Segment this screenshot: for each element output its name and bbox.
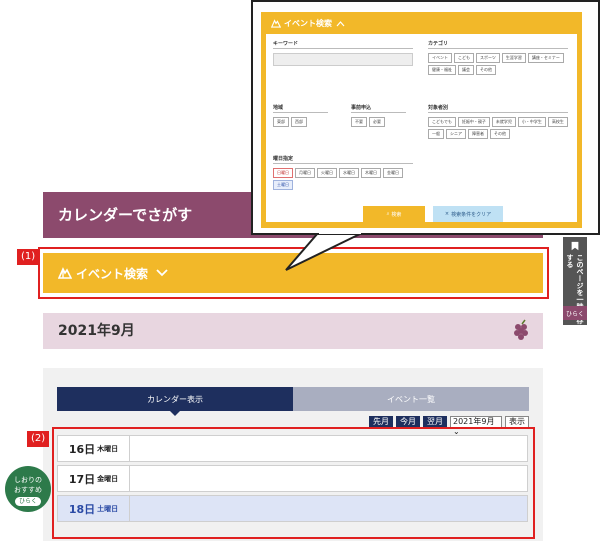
weekday-chip[interactable]: 火曜日 bbox=[317, 168, 337, 178]
search-panel: イベント検索 キーワード カテゴリ イベント こども スポーツ 生涯学習 講座・… bbox=[261, 12, 582, 228]
grape-icon bbox=[514, 319, 528, 340]
area-chips: 東部 西部 bbox=[273, 117, 333, 127]
target-label: 対象者別 bbox=[428, 105, 449, 111]
category-chip[interactable]: その他 bbox=[476, 65, 496, 75]
application-label: 事前申込 bbox=[351, 105, 372, 111]
day-number: 18日 bbox=[68, 502, 96, 516]
category-label: カテゴリ bbox=[428, 41, 449, 47]
divider bbox=[273, 112, 328, 113]
search-panel-title: イベント検索 bbox=[284, 19, 332, 28]
category-chip[interactable]: こども bbox=[454, 53, 474, 63]
divider bbox=[428, 48, 568, 49]
day-weekday: 金曜日 bbox=[97, 474, 119, 483]
day-number: 16日 bbox=[68, 442, 96, 456]
search-button-label: 検索 bbox=[391, 211, 402, 218]
category-chip[interactable]: 健康・福祉 bbox=[428, 65, 456, 75]
bookmark-text-1: しおりの bbox=[14, 476, 42, 484]
bookmark-text-2: おすすめ bbox=[14, 486, 42, 494]
tab-calendar[interactable]: カレンダー表示 bbox=[57, 387, 293, 416]
area-chip[interactable]: 東部 bbox=[273, 117, 289, 127]
category-chip[interactable]: 生涯学習 bbox=[501, 53, 526, 63]
day-cell: 16日 木曜日 bbox=[58, 436, 130, 461]
category-chip[interactable]: 議会 bbox=[458, 65, 474, 75]
flag-icon bbox=[271, 19, 281, 28]
clear-button-label: 検索条件をクリア bbox=[451, 211, 492, 218]
keyword-input[interactable] bbox=[273, 53, 413, 66]
month-label: 2021年9月 bbox=[58, 323, 135, 339]
search-actions: ⌕ 検索 × 検索条件をクリア bbox=[266, 192, 577, 222]
clear-conditions-button[interactable]: × 検索条件をクリア bbox=[433, 206, 503, 222]
day-weekday: 木曜日 bbox=[97, 444, 119, 453]
target-chip[interactable]: 未就学児 bbox=[491, 117, 516, 127]
keyword-label: キーワード bbox=[273, 41, 299, 47]
weekday-chip[interactable]: 月曜日 bbox=[295, 168, 315, 178]
search-form: キーワード カテゴリ イベント こども スポーツ 生涯学習 講座・セミナー 健康… bbox=[266, 34, 577, 204]
search-icon: ⌕ bbox=[386, 211, 390, 217]
close-icon: × bbox=[444, 211, 450, 217]
day-cell: 18日 土曜日 bbox=[58, 496, 130, 521]
month-select-value: 2021年9月 bbox=[453, 417, 495, 426]
application-chip[interactable]: 不要 bbox=[351, 117, 367, 127]
divider bbox=[428, 112, 568, 113]
target-chips: こどもでも 妊娠中・親子 未就学児 小・中学生 高校生 一般 シニア 障害者 そ… bbox=[428, 117, 573, 139]
bookmark-open-label: ひらく bbox=[14, 497, 41, 506]
weekday-chip-saturday[interactable]: 土曜日 bbox=[273, 180, 293, 190]
weekday-chip[interactable]: 木曜日 bbox=[361, 168, 381, 178]
category-chips: イベント こども スポーツ 生涯学習 講座・セミナー 健康・福祉 議会 その他 bbox=[428, 53, 573, 75]
target-chip[interactable]: 障害者 bbox=[468, 129, 488, 139]
weekday-chip[interactable]: 金曜日 bbox=[383, 168, 403, 178]
day-row[interactable]: 16日 木曜日 bbox=[57, 435, 528, 462]
day-row[interactable]: 17日 金曜日 bbox=[57, 465, 528, 492]
weekday-chips: 日曜日 月曜日 火曜日 水曜日 木曜日 金曜日 土曜日 bbox=[273, 168, 413, 190]
divider bbox=[273, 163, 413, 164]
save-page-open-button[interactable]: ひらく bbox=[563, 306, 587, 320]
target-chip[interactable]: 小・中学生 bbox=[517, 117, 546, 127]
target-chip[interactable]: 高校生 bbox=[547, 117, 568, 127]
target-chip[interactable]: その他 bbox=[490, 129, 510, 139]
day-cell: 17日 金曜日 bbox=[58, 466, 130, 491]
application-chips: 不要 必要 bbox=[351, 117, 411, 127]
month-header: 2021年9月 bbox=[43, 313, 543, 349]
category-chip[interactable]: イベント bbox=[428, 53, 452, 63]
weekday-chip-sunday[interactable]: 日曜日 bbox=[273, 168, 293, 178]
annotation-label-2: (2) bbox=[27, 431, 50, 447]
weekday-chip[interactable]: 水曜日 bbox=[339, 168, 359, 178]
search-button[interactable]: ⌕ 検索 bbox=[363, 206, 425, 222]
area-label: 地域 bbox=[273, 105, 284, 111]
day-row[interactable]: 18日 土曜日 bbox=[57, 495, 528, 522]
page-root: カレンダーでさがす (1) イベント検索 2021年9月 カレンダー表示 イベン… bbox=[0, 0, 600, 541]
weekday-label: 曜日指定 bbox=[273, 156, 294, 162]
day-number: 17日 bbox=[68, 472, 96, 486]
chevron-up-icon bbox=[336, 20, 345, 26]
search-panel-header[interactable]: イベント検索 bbox=[271, 18, 345, 29]
view-tabs: カレンダー表示 イベント一覧 bbox=[57, 387, 529, 416]
target-chip[interactable]: 一般 bbox=[428, 129, 444, 139]
target-chip[interactable]: シニア bbox=[446, 129, 466, 139]
category-chip[interactable]: 講座・セミナー bbox=[527, 53, 564, 63]
category-chip[interactable]: スポーツ bbox=[476, 53, 500, 63]
divider bbox=[273, 48, 413, 49]
tab-event-list[interactable]: イベント一覧 bbox=[293, 387, 529, 411]
application-chip[interactable]: 必要 bbox=[369, 117, 385, 127]
target-chip[interactable]: こどもでも bbox=[428, 117, 456, 127]
bookmark-recommend-button[interactable]: しおりの おすすめ ひらく bbox=[5, 466, 51, 512]
day-weekday: 土曜日 bbox=[97, 504, 119, 513]
divider bbox=[351, 112, 406, 113]
area-chip[interactable]: 西部 bbox=[291, 117, 307, 127]
target-chip[interactable]: 妊娠中・親子 bbox=[457, 117, 490, 127]
